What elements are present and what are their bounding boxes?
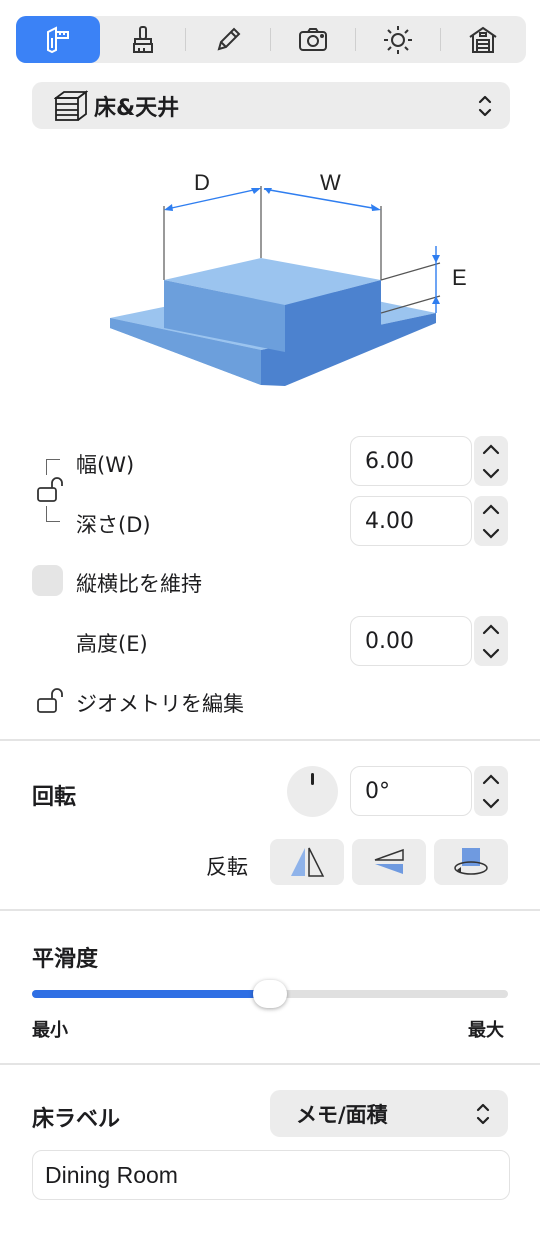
inspector-toolbar bbox=[16, 16, 526, 63]
chevron-down-icon[interactable] bbox=[481, 467, 501, 481]
aspect-ratio-label: 縦横比を維持 bbox=[76, 572, 202, 596]
height-field[interactable]: 0.00 bbox=[350, 616, 472, 666]
chevron-down-icon[interactable] bbox=[481, 797, 501, 811]
aspect-ratio-checkbox[interactable] bbox=[32, 565, 63, 596]
floor-label-mode: メモ/面積 bbox=[296, 1102, 388, 1127]
divider bbox=[0, 739, 540, 741]
smoothness-min-label: 最小 bbox=[32, 1020, 68, 1041]
flip-vertical-icon bbox=[374, 848, 404, 874]
tab-annotate[interactable] bbox=[185, 16, 270, 63]
chevron-up-down-icon bbox=[478, 95, 492, 117]
category-label: 床&天井 bbox=[94, 95, 180, 121]
height-stepper[interactable] bbox=[474, 616, 508, 666]
paint-brush-icon bbox=[132, 25, 153, 53]
width-label: 幅(W) bbox=[76, 453, 135, 477]
diagram-label-e: E bbox=[452, 265, 467, 290]
divider bbox=[0, 909, 540, 911]
width-field[interactable]: 6.00 bbox=[350, 436, 472, 486]
smoothness-slider-fill bbox=[32, 990, 270, 998]
cube-icon bbox=[54, 89, 88, 121]
chevron-up-icon[interactable] bbox=[481, 502, 501, 516]
tab-dimensions[interactable] bbox=[16, 16, 100, 63]
unlock-icon[interactable] bbox=[36, 475, 66, 505]
tab-materials[interactable] bbox=[100, 16, 185, 63]
chevron-up-icon[interactable] bbox=[481, 442, 501, 456]
floor-label-mode-dropdown[interactable]: メモ/面積 bbox=[270, 1090, 508, 1137]
link-bracket-top bbox=[46, 459, 60, 475]
chevron-up-down-icon bbox=[476, 1103, 490, 1125]
rotation-stepper[interactable] bbox=[474, 766, 508, 816]
floor-label-text-input[interactable] bbox=[32, 1150, 510, 1200]
flip-label: 反転 bbox=[206, 855, 248, 879]
rotate-3d-icon bbox=[454, 848, 488, 875]
depth-stepper[interactable] bbox=[474, 496, 508, 546]
smoothness-slider-thumb[interactable] bbox=[253, 980, 287, 1008]
chevron-up-icon[interactable] bbox=[481, 772, 501, 786]
diagram-label-w: W bbox=[320, 170, 341, 195]
camera-icon bbox=[298, 27, 327, 51]
tab-building[interactable] bbox=[440, 16, 525, 63]
height-label: 高度(E) bbox=[76, 632, 148, 656]
rotation-field[interactable]: 0° bbox=[350, 766, 472, 816]
rotation-dial[interactable] bbox=[287, 766, 338, 817]
width-stepper[interactable] bbox=[474, 436, 508, 486]
chevron-down-icon[interactable] bbox=[481, 647, 501, 661]
house-icon bbox=[468, 26, 497, 53]
flip-vertical-button[interactable] bbox=[352, 839, 426, 885]
smoothness-max-label: 最大 bbox=[468, 1020, 504, 1041]
chevron-up-icon[interactable] bbox=[481, 622, 501, 636]
edit-geometry-label[interactable]: ジオメトリを編集 bbox=[76, 688, 244, 718]
tab-lighting[interactable] bbox=[355, 16, 440, 63]
diagram-label-d: D bbox=[194, 170, 210, 195]
flip-horizontal-button[interactable] bbox=[270, 839, 344, 885]
depth-field[interactable]: 4.00 bbox=[350, 496, 472, 546]
depth-label: 深さ(D) bbox=[76, 513, 151, 537]
rotate-3d-button[interactable] bbox=[434, 839, 508, 885]
floor-label-title: 床ラベル bbox=[32, 1107, 121, 1132]
category-dropdown[interactable]: 床&天井 bbox=[32, 82, 510, 129]
sun-icon bbox=[383, 25, 412, 54]
divider bbox=[0, 1063, 540, 1065]
smoothness-title: 平滑度 bbox=[32, 947, 99, 972]
flip-horizontal-icon bbox=[291, 847, 325, 877]
tab-camera[interactable] bbox=[270, 16, 355, 63]
pencil-icon bbox=[217, 27, 240, 50]
chevron-down-icon[interactable] bbox=[481, 527, 501, 541]
geometry-unlock-icon[interactable] bbox=[36, 686, 66, 716]
rotation-title: 回転 bbox=[32, 785, 77, 810]
dimension-diagram: D W E bbox=[110, 170, 467, 386]
dimensions-icon bbox=[47, 25, 69, 53]
link-bracket-bottom bbox=[46, 506, 60, 522]
